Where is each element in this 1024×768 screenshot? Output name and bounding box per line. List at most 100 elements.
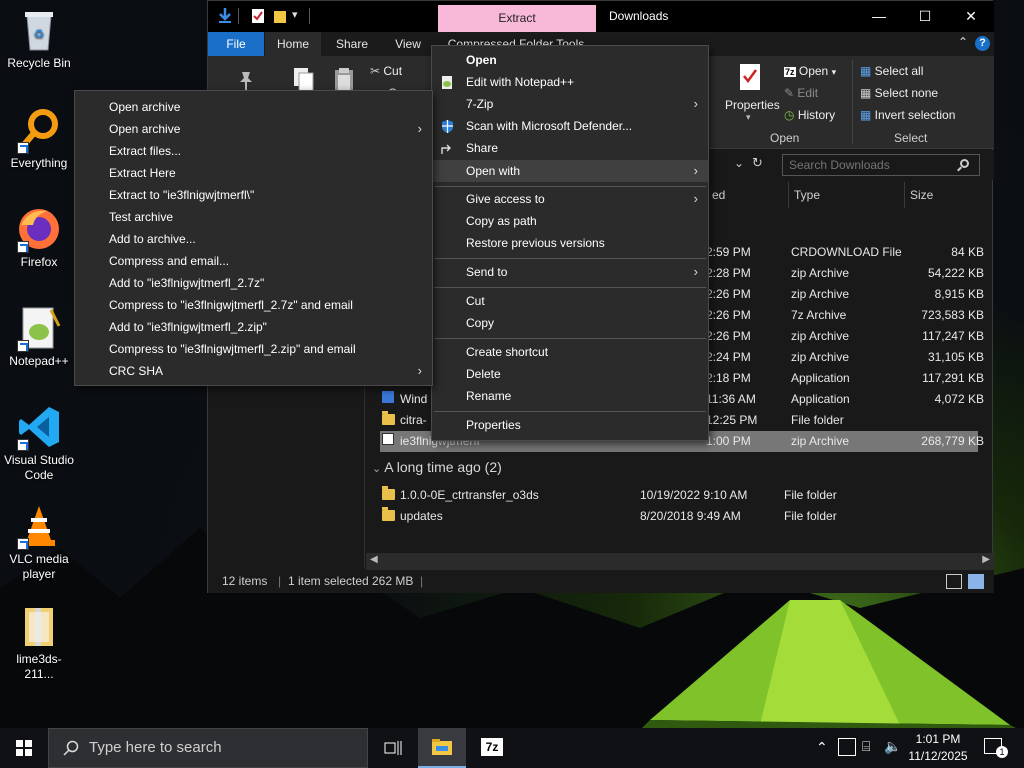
help-icon[interactable]: ? [975, 36, 990, 51]
history-button[interactable]: ◷ History [784, 108, 835, 122]
tab-extract[interactable]: Extract [438, 5, 596, 32]
table-row[interactable]: 1.0.0-0E_ctrtransfer_o3ds 10/19/2022 9:1… [380, 485, 978, 506]
file-explorer-taskbar-button[interactable] [418, 728, 466, 768]
chevron-right-icon: › [417, 121, 422, 136]
open-button[interactable]: 7z Open ▾ [784, 64, 836, 78]
menu-item-7zip[interactable]: 7-Zip › [432, 93, 708, 115]
tab-share[interactable]: Share [328, 32, 376, 56]
desktop-icon-vlc[interactable]: VLC media player [2, 502, 76, 582]
properties-dropdown-icon[interactable]: ▾ [746, 112, 751, 123]
invert-selection-button[interactable]: ▦ Invert selection [860, 108, 955, 122]
pin-icon[interactable] [234, 68, 258, 92]
menu-item-restore-versions[interactable]: Restore previous versions [432, 232, 708, 254]
menu-item-scan-defender[interactable]: Scan with Microsoft Defender... [432, 115, 708, 137]
row-date: 2:18 PM [706, 371, 751, 385]
minimize-button[interactable]: — [856, 1, 902, 32]
tab-file[interactable]: File [208, 32, 264, 56]
start-button[interactable] [0, 728, 48, 768]
7zip-taskbar-button[interactable]: 7z [468, 728, 516, 768]
address-dropdown-icon[interactable]: ⌄ [734, 156, 744, 170]
submenu-item-open-archive[interactable]: Open archive [75, 96, 432, 118]
submenu-item-compress-email[interactable]: Compress and email... [75, 250, 432, 272]
history-label: History [797, 108, 836, 122]
clock-date[interactable]: 11/12/2025 [898, 749, 978, 763]
collapse-ribbon-icon[interactable]: ⌃ [958, 35, 968, 49]
scroll-right-icon[interactable]: ▶ [982, 554, 990, 565]
title-bar[interactable]: ▾ Extract Downloads — ☐ ✕ [208, 1, 994, 32]
menu-item-label: Give access to [466, 192, 545, 206]
horizontal-scrollbar[interactable]: ◀ ▶ [366, 553, 994, 570]
submenu-item-extract-files[interactable]: Extract files... [75, 140, 432, 162]
group-header-label: A long time ago (2) [384, 459, 502, 475]
group-header-long-ago[interactable]: ⌄ A long time ago (2) [372, 459, 502, 475]
submenu-item-test-archive[interactable]: Test archive [75, 206, 432, 228]
menu-item-cut[interactable]: Cut [432, 290, 708, 312]
show-hidden-icons-chevron[interactable]: ⌃ [816, 739, 828, 756]
task-view-icon [384, 741, 402, 755]
table-row[interactable]: updates 8/20/2018 9:49 AM File folder [380, 506, 978, 527]
submenu-item-add-to-archive[interactable]: Add to archive... [75, 228, 432, 250]
cut-button[interactable]: ✂ Cut [370, 64, 402, 78]
customize-toolbar-icon[interactable]: ▾ [292, 8, 306, 24]
clock-time[interactable]: 1:01 PM [898, 732, 978, 746]
menu-item-share[interactable]: Share [432, 137, 708, 159]
select-none-button[interactable]: ▦ Select none [860, 86, 938, 100]
ribbon-group-open: Open [770, 131, 800, 145]
submenu-item-extract-to-folder[interactable]: Extract to "ie3flnigwjtmerfl\" [75, 184, 432, 206]
search-icon[interactable] [960, 159, 969, 168]
taskbar-search-box[interactable]: Type here to search [48, 728, 368, 768]
menu-item-give-access[interactable]: Give access to › [432, 188, 708, 210]
row-type: 7z Archive [791, 308, 847, 322]
menu-item-rename[interactable]: Rename [432, 385, 708, 407]
refresh-icon[interactable]: ↻ [752, 155, 763, 171]
network-icon[interactable]: ⌸ [862, 738, 870, 755]
properties-button[interactable]: Properties [725, 98, 780, 112]
column-header-date[interactable]: ed [706, 182, 788, 208]
menu-item-open[interactable]: Open [432, 49, 708, 71]
search-icon [63, 740, 79, 756]
menu-item-properties[interactable]: Properties [432, 414, 708, 436]
submenu-item-compress-zip-email[interactable]: Compress to "ie3flnigwjtmerfl_2.zip" and… [75, 338, 432, 360]
large-icons-view-icon[interactable] [968, 574, 984, 589]
column-header-size[interactable]: Size [904, 182, 986, 208]
desktop-icon-vscode[interactable]: Visual Studio Code [2, 403, 76, 483]
select-all-button[interactable]: ▦ Select all [860, 64, 923, 78]
maximize-button[interactable]: ☐ [902, 1, 948, 32]
submenu-item-add-to-7z[interactable]: Add to "ie3flnigwjtmerfl_2.7z" [75, 272, 432, 294]
submenu-item-add-to-zip[interactable]: Add to "ie3flnigwjtmerfl_2.zip" [75, 316, 432, 338]
menu-item-create-shortcut[interactable]: Create shortcut [432, 341, 708, 363]
scroll-left-icon[interactable]: ◀ [370, 554, 378, 565]
desktop-icon-lime3ds[interactable]: lime3ds-211... [2, 602, 76, 682]
desktop-icon-everything[interactable]: Everything [2, 106, 76, 171]
close-button[interactable]: ✕ [948, 1, 994, 32]
menu-item-copy[interactable]: Copy [432, 312, 708, 334]
desktop-icon-firefox[interactable]: Firefox [2, 205, 76, 270]
properties-icon[interactable] [737, 62, 763, 92]
desktop-icon-label: lime3ds-211... [16, 652, 62, 681]
menu-item-open-with[interactable]: Open with › [432, 160, 708, 182]
properties-check-icon[interactable] [251, 8, 265, 24]
task-view-button[interactable] [368, 728, 416, 768]
menu-item-edit-notepadpp[interactable]: Edit with Notepad++ [432, 71, 708, 93]
menu-item-delete[interactable]: Delete [432, 363, 708, 385]
edit-button[interactable]: ✎ Edit [784, 86, 818, 100]
new-folder-icon[interactable] [273, 8, 287, 24]
menu-item-copy-as-path[interactable]: Copy as path [432, 210, 708, 232]
search-input[interactable] [782, 154, 980, 176]
shortcut-arrow-icon [17, 241, 29, 253]
submenu-item-extract-here[interactable]: Extract Here [75, 162, 432, 184]
security-tray-icon[interactable] [838, 738, 856, 756]
details-view-icon[interactable] [946, 574, 962, 589]
tab-view[interactable]: View [384, 32, 432, 56]
menu-item-send-to[interactable]: Send to › [432, 261, 708, 283]
row-type: File folder [784, 488, 837, 502]
edit-icon: ✎ [784, 86, 798, 100]
tent-glow [640, 600, 1020, 730]
column-header-type[interactable]: Type [788, 182, 904, 208]
submenu-item-crc-sha[interactable]: CRC SHA › [75, 360, 432, 382]
desktop-icon-recycle-bin[interactable]: ♻ Recycle Bin [2, 6, 76, 71]
desktop-icon-notepadpp[interactable]: Notepad++ [2, 304, 76, 369]
tab-home[interactable]: Home [265, 32, 321, 56]
submenu-item-compress-7z-email[interactable]: Compress to "ie3flnigwjtmerfl_2.7z" and … [75, 294, 432, 316]
submenu-item-open-archive-with[interactable]: Open archive › [75, 118, 432, 140]
